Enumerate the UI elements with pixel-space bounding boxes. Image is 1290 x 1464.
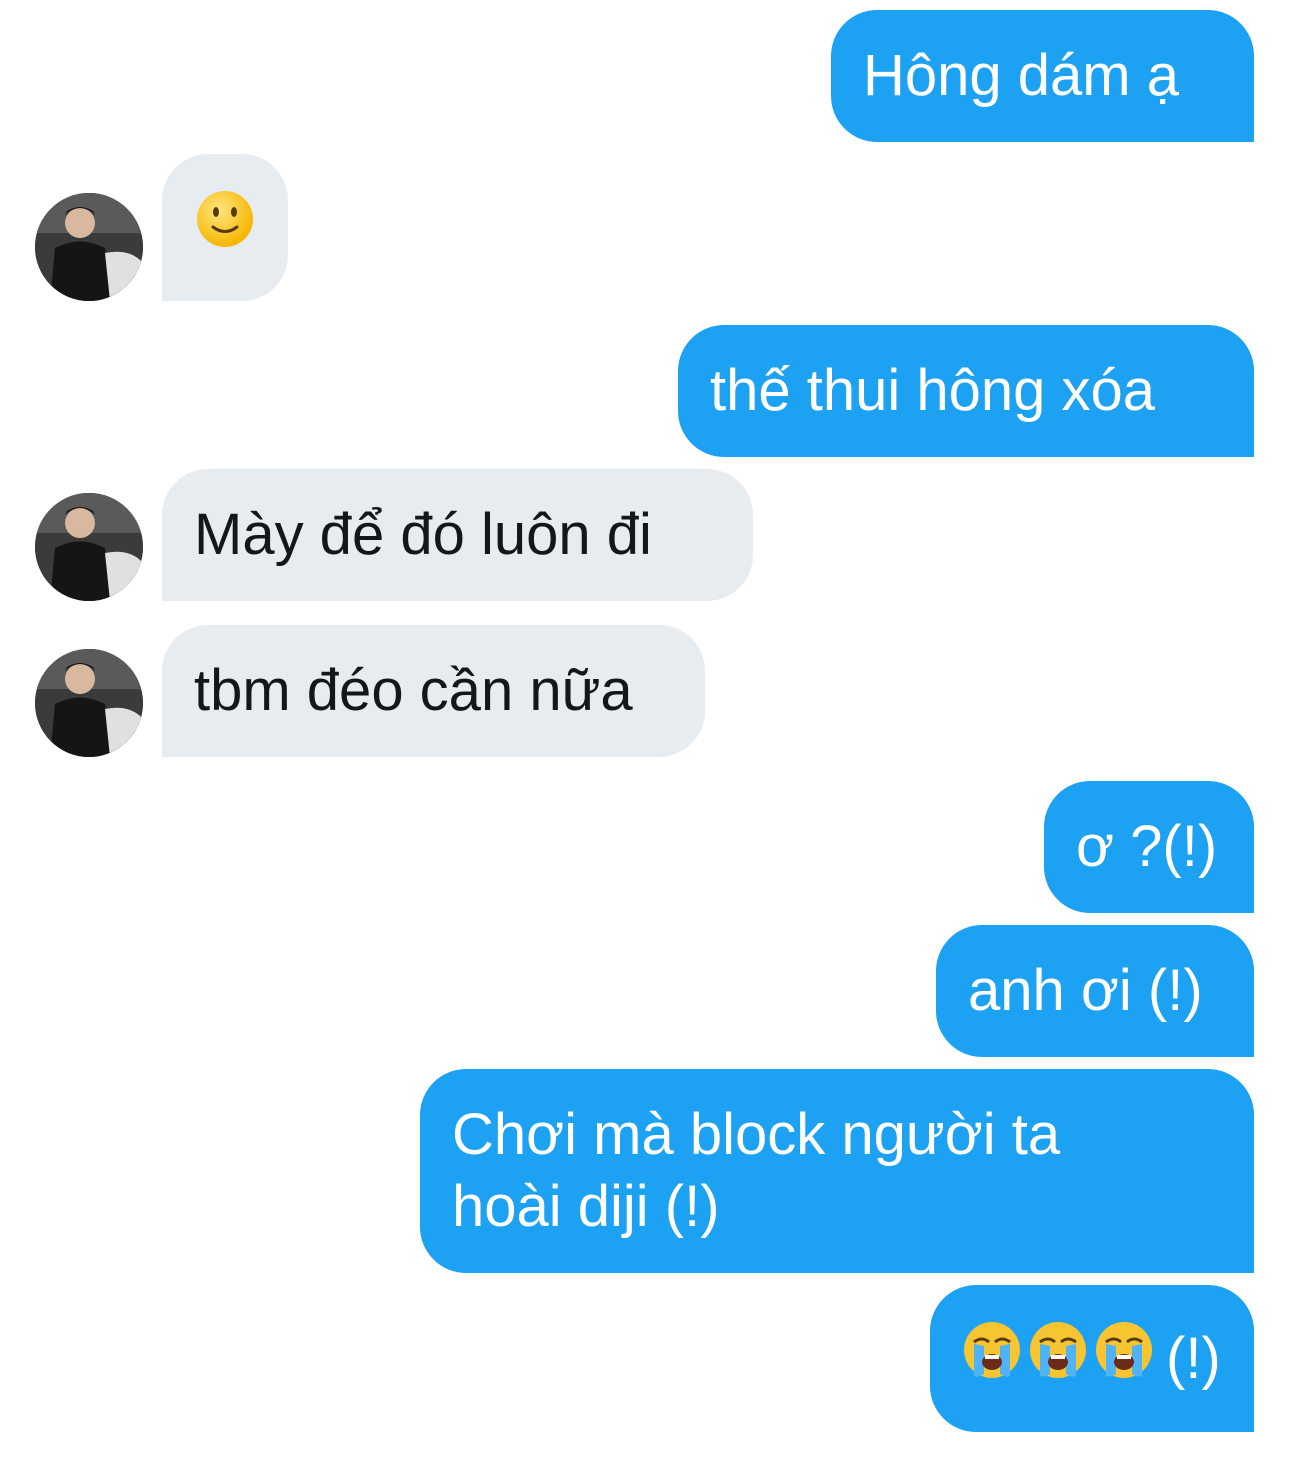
contact-avatar[interactable] — [35, 193, 143, 301]
outgoing-message[interactable]: thế thui hông xóa — [678, 325, 1254, 457]
outgoing-message[interactable]: anh ơi (!) — [936, 925, 1254, 1057]
outgoing-message[interactable]: Hông dám ạ — [831, 10, 1254, 142]
outgoing-message[interactable]: (!) — [930, 1285, 1254, 1432]
contact-avatar[interactable] — [35, 493, 143, 601]
message-text: tbm đéo cần nữa — [194, 658, 633, 723]
avatar-photo — [35, 193, 143, 301]
slightly-smiling-face-icon — [196, 190, 254, 265]
conversation-thread: Hông dám ạ thế thui hông xóa Mày để đó l… — [0, 0, 1290, 1464]
message-text: Chơi mà block người ta hoài diji (!) — [452, 1102, 1061, 1239]
message-text-suffix: (!) — [1166, 1325, 1221, 1391]
message-text: Hông dám ạ — [863, 43, 1179, 108]
loudly-crying-face-icon — [962, 1320, 1022, 1397]
message-text: anh ơi (!) — [968, 958, 1203, 1023]
avatar-photo — [35, 649, 143, 757]
contact-avatar[interactable] — [35, 649, 143, 757]
message-text: ơ ?(!) — [1076, 814, 1218, 879]
message-text: thế thui hông xóa — [710, 358, 1156, 423]
incoming-message[interactable]: tbm đéo cần nữa — [162, 625, 705, 757]
avatar-photo — [35, 493, 143, 601]
incoming-message[interactable] — [162, 154, 288, 301]
incoming-message[interactable]: Mày để đó luôn đi — [162, 469, 753, 601]
outgoing-message[interactable]: ơ ?(!) — [1044, 781, 1254, 913]
outgoing-message[interactable]: Chơi mà block người ta hoài diji (!) — [420, 1069, 1254, 1273]
loudly-crying-face-icon — [1094, 1320, 1154, 1397]
loudly-crying-face-icon — [1028, 1320, 1088, 1397]
emoji-group: (!) — [962, 1320, 1221, 1397]
message-text: Mày để đó luôn đi — [194, 502, 652, 567]
